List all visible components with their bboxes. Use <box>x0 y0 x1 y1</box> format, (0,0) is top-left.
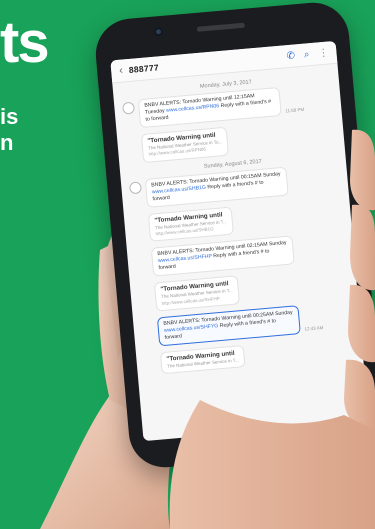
link-preview[interactable]: "Tornado Warning until The National Weat… <box>140 126 230 163</box>
link-preview[interactable]: "Tornado Warning until The National Weat… <box>147 206 234 242</box>
more-vertical-icon[interactable]: ⋮ <box>318 47 329 59</box>
phone-device: ‹ 888777 ✆ ⌕ ⋮ Monday, July 3, 2017 BNBV… <box>92 0 375 471</box>
phone-camera <box>153 26 164 37</box>
selected-message-bubble[interactable]: BNBV ALERTS: Tornado Warning until 00:25… <box>156 304 301 347</box>
link-preview[interactable]: "Tornado Warning until The National Weat… <box>159 344 246 375</box>
link-preview[interactable]: "Tornado Warning until The National Weat… <box>153 275 240 312</box>
avatar[interactable] <box>122 101 136 115</box>
message-time: 12:43 AM <box>304 324 324 332</box>
phone-speaker <box>196 22 245 32</box>
chevron-left-icon[interactable]: ‹ <box>119 65 124 77</box>
message-thread: Monday, July 3, 2017 BNBV ALERTS: Tornad… <box>112 64 363 377</box>
message-bubble[interactable]: BNBV ALERTS: Tornado Warning until 02:15… <box>150 235 295 277</box>
messaging-screen: ‹ 888777 ✆ ⌕ ⋮ Monday, July 3, 2017 BNBV… <box>110 40 369 442</box>
avatar[interactable] <box>128 180 142 194</box>
message-time: 11:58 PM <box>285 106 305 114</box>
phone-icon[interactable]: ✆ <box>286 50 295 62</box>
search-icon[interactable]: ⌕ <box>303 49 310 60</box>
